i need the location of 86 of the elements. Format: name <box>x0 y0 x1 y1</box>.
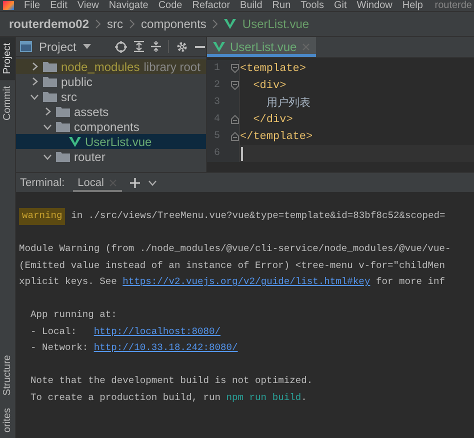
menu-item[interactable]: Window <box>356 0 392 11</box>
project-icon <box>20 41 32 52</box>
tree-item-label: src <box>61 90 77 104</box>
minimize-icon <box>195 46 206 48</box>
folder-icon <box>56 106 70 117</box>
terminal-text: - Local: <box>30 324 78 338</box>
editor-tab[interactable]: UserList.vue <box>207 37 316 57</box>
menu-item[interactable]: Navigate <box>108 0 148 11</box>
text-cursor <box>241 146 242 160</box>
tree-item-note: library root <box>144 60 200 74</box>
tool-window-tab[interactable]: Structure <box>0 348 15 402</box>
code-tag: <template> <box>240 62 306 74</box>
menu-item[interactable]: Tools <box>300 0 324 11</box>
tree-row[interactable]: router <box>16 149 206 164</box>
panel-title[interactable]: Project <box>39 40 76 54</box>
tree-row[interactable]: assets <box>16 104 206 119</box>
expand-all-icon <box>134 41 144 52</box>
menu-item[interactable]: Run <box>272 0 291 11</box>
terminal-text: Module Warning (from ./node_modules/@vue/cli-service/node_modules/@vue/vue- <box>19 242 451 256</box>
vue-icon <box>213 42 225 52</box>
breadcrumb-separator-icon <box>129 19 136 29</box>
breadcrumb-separator-icon <box>212 19 218 29</box>
vue-icon <box>69 136 81 146</box>
caret-icon <box>83 44 92 49</box>
add-icon[interactable] <box>130 178 140 188</box>
tool-window-tab[interactable]: Project <box>0 37 15 80</box>
tree-item-label: public <box>61 74 92 88</box>
tree-item-label: UserList.vue <box>85 134 152 148</box>
tree-item-label: router <box>74 150 106 164</box>
menu-item[interactable]: Code <box>158 0 182 11</box>
terminal-text: Note that the development build is not optimized. <box>30 374 313 388</box>
terminal-text: for more inf <box>374 275 446 289</box>
breadcrumb-item[interactable]: components <box>141 17 206 31</box>
terminal-text: To create a production build, run <box>30 390 222 404</box>
gear-icon <box>176 40 188 52</box>
tree-item-label: assets <box>74 104 109 118</box>
menu-item[interactable]: Help <box>402 0 423 11</box>
tree-row[interactable]: components <box>16 119 206 134</box>
chevron-down-icon[interactable] <box>148 180 157 186</box>
folder-icon <box>43 76 57 87</box>
menu-item[interactable]: File <box>24 0 40 11</box>
window-title: routerde <box>434 0 473 11</box>
code-tag: <div> <box>240 80 286 92</box>
menu-item[interactable]: Build <box>240 0 262 11</box>
close-icon <box>108 178 117 186</box>
tree-row[interactable]: public <box>16 74 206 89</box>
menu-item[interactable]: Git <box>334 0 347 11</box>
terminal-text: . <box>301 390 307 404</box>
vue-icon <box>224 19 236 29</box>
tree-row[interactable]: node_modules library root <box>16 59 206 74</box>
close-icon <box>302 43 310 51</box>
menu-item[interactable]: Refactor <box>192 0 230 11</box>
breadcrumb-item[interactable]: UserList.vue <box>242 17 310 31</box>
warning-badge: warning <box>19 208 66 224</box>
folder-icon <box>56 121 70 132</box>
terminal-text: xplicit keys. See <box>19 275 118 289</box>
terminal-link[interactable]: http://localhost:8080/ <box>94 324 221 340</box>
folder-icon <box>43 61 57 72</box>
breadcrumb-item[interactable]: src <box>107 17 124 31</box>
terminal-text: in ./src/views/TreeMenu.vue?vue&type=template&id=83bf8c52&scoped= <box>70 209 446 223</box>
folder-icon <box>43 91 57 102</box>
tree-row[interactable]: UserList.vue <box>16 134 206 149</box>
breadcrumb-item[interactable]: routerdemo02 <box>9 17 90 31</box>
command-text: npm run build <box>226 390 302 404</box>
collapse-all-icon <box>151 41 162 52</box>
terminal-tab[interactable]: Local <box>72 173 122 192</box>
tree-row[interactable]: src <box>16 89 206 104</box>
menu-item[interactable]: View <box>77 0 99 11</box>
tool-window-tab[interactable]: orites <box>0 402 15 438</box>
terminal-link[interactable]: http://10.33.18.242:8080/ <box>94 340 238 356</box>
tree-item-label: node_modules <box>61 60 140 74</box>
panel-title: Terminal: <box>20 176 65 188</box>
terminal-text: App running at: <box>30 308 117 322</box>
tree-item-label: components <box>74 120 140 134</box>
app-logo-icon <box>3 1 14 10</box>
target-icon <box>115 40 128 52</box>
breadcrumb-separator-icon <box>95 19 102 29</box>
menu-item[interactable]: Edit <box>50 0 68 11</box>
code-text: 用户列表 <box>265 96 310 110</box>
code-tag: </template> <box>240 130 313 142</box>
terminal-link[interactable]: https://v2.vuejs.org/v2/guide/list.html#key <box>122 274 370 290</box>
code-tag: </div> <box>240 114 293 126</box>
terminal-text: (Emitted value instead of an instance of Error) <tree-menu v-for="childMen <box>19 258 446 272</box>
terminal-text: - Network: <box>30 341 90 355</box>
tool-window-tab[interactable]: Commit <box>0 80 15 127</box>
folder-icon <box>56 151 70 162</box>
